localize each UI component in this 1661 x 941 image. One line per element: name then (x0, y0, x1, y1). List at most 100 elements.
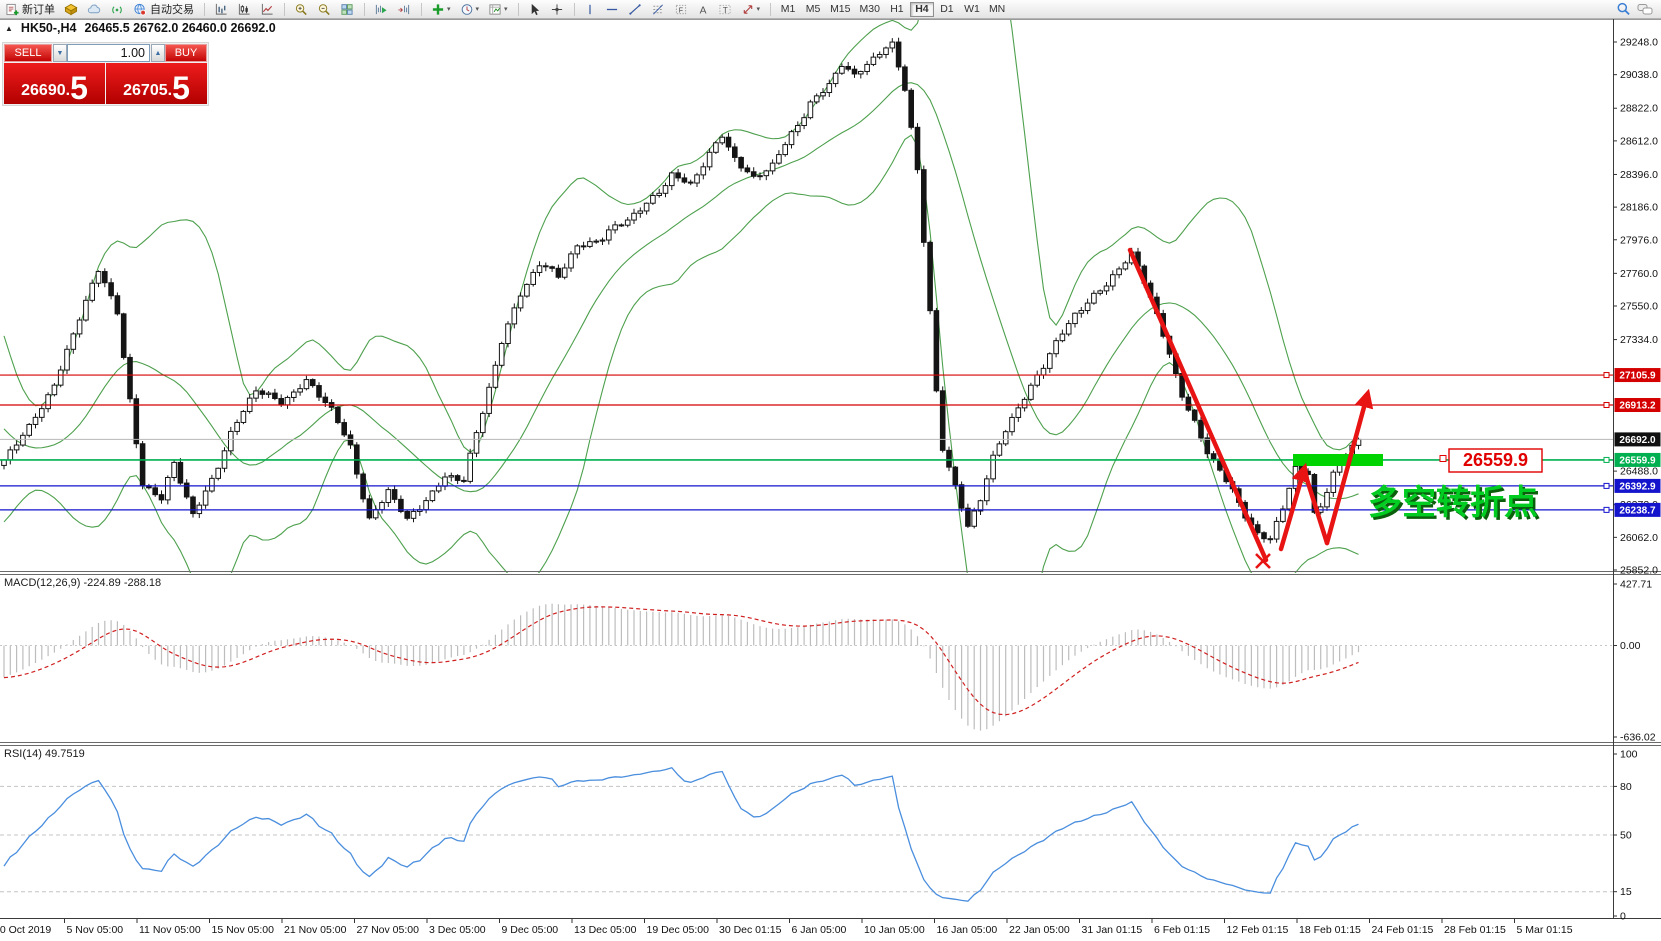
svg-text:15 Nov 05:00: 15 Nov 05:00 (212, 924, 275, 936)
fibonacci-icon (651, 3, 665, 16)
trendline-tool-button[interactable] (624, 1, 646, 17)
timeframe-d1-button[interactable]: D1 (935, 2, 959, 17)
svg-text:15: 15 (1620, 886, 1632, 898)
chevron-down-icon: ▾ (757, 5, 761, 13)
svg-text:28822.0: 28822.0 (1620, 103, 1658, 115)
svg-text:28396.0: 28396.0 (1620, 169, 1658, 181)
green-highlight-box[interactable] (1293, 454, 1383, 466)
svg-text:18 Feb 01:15: 18 Feb 01:15 (1299, 924, 1361, 936)
svg-text:9 Dec 05:00: 9 Dec 05:00 (502, 924, 559, 936)
vertical-line-tool-button[interactable] (580, 1, 600, 17)
toolbar-separator (284, 3, 285, 16)
timeframe-h4-button[interactable]: H4 (910, 2, 934, 17)
text-label-tool-button[interactable]: T (714, 1, 736, 17)
sell-price-pip: 5 (70, 76, 88, 101)
timeframe-m5-button[interactable]: M5 (801, 2, 825, 17)
timeframe-mn-button[interactable]: MN (985, 2, 1009, 17)
svg-text:26238.7: 26238.7 (1619, 505, 1656, 516)
buy-price-main: 26705 (123, 83, 168, 101)
toolbar-separator (518, 3, 519, 16)
price-badge: 26238.7 (1615, 503, 1661, 517)
auto-scroll-button[interactable] (370, 1, 392, 17)
indicators-button[interactable]: ▾ (427, 1, 455, 17)
svg-text:25852.0: 25852.0 (1620, 565, 1658, 577)
templates-button[interactable]: ▾ (484, 1, 512, 17)
price-level-label[interactable]: 26559.9 (1440, 449, 1542, 472)
timeframe-m15-button[interactable]: M15 (826, 2, 854, 17)
sell-price-button[interactable]: 26690 . 5 (4, 63, 105, 104)
svg-text:100: 100 (1620, 749, 1638, 761)
zoom-out-icon (317, 3, 331, 16)
svg-text:13 Dec 05:00: 13 Dec 05:00 (574, 924, 637, 936)
chart-shift-icon (397, 3, 411, 16)
buy-button[interactable]: BUY (165, 44, 207, 62)
candle-chart-mode-button[interactable] (233, 1, 255, 17)
svg-text:-636.02: -636.02 (1620, 732, 1656, 744)
chart-shift-button[interactable] (393, 1, 415, 17)
crosshair-icon (550, 3, 564, 16)
volume-down-button[interactable]: ▼ (53, 44, 67, 62)
price-scale[interactable]: 29248.029038.028822.028612.028396.028186… (1613, 37, 1661, 577)
horizontal-line-tool-button[interactable] (601, 1, 623, 17)
sell-button[interactable]: SELL (4, 44, 52, 62)
macd-indicator-label: MACD(12,26,9) -224.89 -288.18 (4, 577, 161, 589)
tile-windows-button[interactable] (336, 1, 358, 17)
svg-text:26692.0: 26692.0 (1619, 435, 1656, 446)
trendline-icon (628, 3, 642, 16)
line-chart-mode-button[interactable] (256, 1, 278, 17)
collapse-arrow-icon[interactable]: ▲ (5, 24, 13, 33)
svg-text:28612.0: 28612.0 (1620, 135, 1658, 147)
text-a-icon: A (697, 3, 709, 16)
price-badge: 26692.0 (1615, 432, 1661, 446)
text-tool-button[interactable]: A (693, 1, 713, 17)
volume-up-button[interactable]: ▲ (151, 44, 165, 62)
cursor-button[interactable] (524, 1, 545, 17)
timeframe-w1-button[interactable]: W1 (960, 2, 984, 17)
fibonacci-tool-button[interactable] (647, 1, 669, 17)
svg-text:26559.9: 26559.9 (1463, 450, 1528, 470)
svg-text:26392.9: 26392.9 (1619, 481, 1656, 492)
cn-annotation-text[interactable]: 多空转折点多空转折点 (1368, 484, 1541, 525)
new-order-button[interactable]: 新订单 (2, 1, 59, 17)
svg-text:0: 0 (1620, 911, 1626, 923)
rsi-indicator-label: RSI(14) 49.7519 (4, 748, 85, 760)
macd-histogram (4, 604, 1359, 731)
svg-text:28186.0: 28186.0 (1620, 202, 1658, 214)
trend-arrow[interactable] (1327, 396, 1367, 543)
fibo-label-tool-button[interactable]: F (670, 1, 692, 17)
volume-input[interactable] (67, 44, 150, 62)
autotrade-button[interactable]: 自动交易 (129, 1, 198, 17)
chevron-down-icon: ▾ (447, 5, 451, 13)
zoom-in-button[interactable] (290, 1, 312, 17)
toolbar-right-group (1616, 2, 1659, 16)
arrows-icon (741, 3, 755, 16)
chart-title: ▲ HK50-,H4 26465.5 26762.0 26460.0 26692… (5, 21, 276, 35)
cloud-button[interactable] (83, 1, 105, 17)
chat-icon[interactable] (1637, 2, 1653, 16)
svg-text:22 Jan 05:00: 22 Jan 05:00 (1009, 924, 1070, 936)
price-badge: 26392.9 (1615, 479, 1661, 493)
candle-chart-icon (237, 3, 251, 16)
search-icon[interactable] (1616, 2, 1631, 16)
package-button[interactable] (60, 1, 82, 17)
timeframe-m30-button[interactable]: M30 (856, 2, 884, 17)
timeframe-m1-button[interactable]: M1 (776, 2, 800, 17)
bar-chart-mode-button[interactable] (210, 1, 232, 17)
periods-button[interactable]: ▾ (456, 1, 484, 17)
crosshair-button[interactable] (546, 1, 568, 17)
svg-text:27334.0: 27334.0 (1620, 334, 1658, 346)
macd-scale[interactable]: 427.710.00-636.02 (1613, 579, 1656, 744)
zoom-out-button[interactable] (313, 1, 335, 17)
buy-price-button[interactable]: 26705 . 5 (106, 63, 207, 104)
rsi-scale[interactable]: 1008050150 (1613, 749, 1638, 923)
signal-button[interactable] (106, 1, 128, 17)
time-scale[interactable]: 30 Oct 20195 Nov 05:0011 Nov 05:0015 Nov… (0, 919, 1573, 936)
buy-price-pip: 5 (172, 76, 190, 101)
chart-canvas[interactable]: 29248.029038.028822.028612.028396.028186… (0, 0, 1661, 941)
price-badge: 27105.9 (1615, 368, 1661, 382)
svg-text:T: T (722, 4, 727, 14)
svg-text:26488.0: 26488.0 (1620, 466, 1658, 478)
auto-scroll-icon (374, 3, 388, 16)
shapes-tool-button[interactable]: ▾ (737, 1, 765, 17)
timeframe-h1-button[interactable]: H1 (885, 2, 909, 17)
